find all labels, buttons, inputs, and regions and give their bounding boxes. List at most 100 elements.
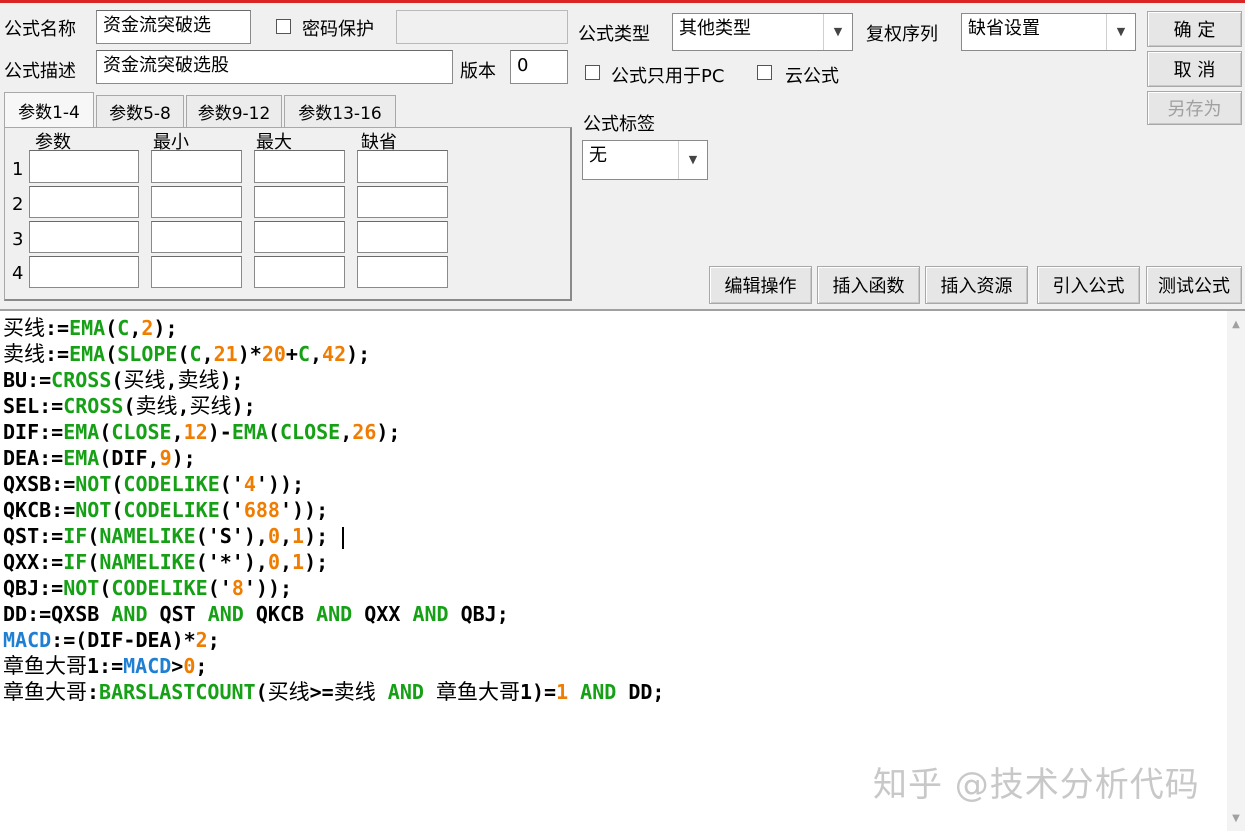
code-token: , <box>310 342 323 366</box>
code-token: CROSS <box>63 394 124 418</box>
code-token: ( <box>105 316 118 340</box>
tab-params-13-16[interactable]: 参数13-16 <box>284 95 396 127</box>
param-max-input[interactable] <box>254 150 345 183</box>
tab-params-9-12[interactable]: 参数9-12 <box>186 95 282 127</box>
param-name-input[interactable] <box>29 186 139 218</box>
code-line[interactable]: DEA:=EMA(DIF,9); <box>3 445 664 471</box>
param-min-input[interactable] <box>151 150 242 183</box>
code-token: DD; <box>616 680 665 704</box>
tab-params-1-4[interactable]: 参数1-4 <box>4 92 94 128</box>
edit-ops-button[interactable]: 编辑操作 <box>709 266 812 304</box>
version-label: 版本 <box>460 61 496 82</box>
code-line[interactable]: 章鱼大哥:BARSLASTCOUNT(买线>=卖线 AND 章鱼大哥1)=1 A… <box>3 679 664 705</box>
ok-button[interactable]: 确 定 <box>1147 11 1242 47</box>
param-name-input[interactable] <box>29 256 139 288</box>
code-token: QBJ; <box>448 602 509 626</box>
param-name-input[interactable] <box>29 221 139 253</box>
formula-type-select[interactable]: 其他类型 ▼ <box>672 13 853 51</box>
pc-only-checkbox[interactable] <box>585 65 600 80</box>
code-line[interactable]: QKCB:=NOT(CODELIKE('688')); <box>3 497 664 523</box>
param-name-input[interactable] <box>29 150 139 183</box>
scroll-up-icon[interactable]: ▲ <box>1227 315 1245 333</box>
code-token: AND <box>412 602 449 626</box>
version-input[interactable]: 0 <box>510 50 568 84</box>
password-input[interactable] <box>396 10 568 44</box>
param-default-input[interactable] <box>357 186 448 218</box>
code-token: (DIF, <box>99 446 160 470</box>
password-checkbox[interactable] <box>276 19 291 34</box>
code-token: 卖线 <box>135 394 178 418</box>
code-token: 2 <box>141 316 154 340</box>
code-content[interactable]: 买线:=EMA(C,2); 卖线:=EMA(SLOPE(C,21)*20+C,42… <box>3 315 664 705</box>
code-line[interactable]: DD:=QXSB AND QST AND QKCB AND QXX AND QB… <box>3 601 664 627</box>
code-line[interactable]: QBJ:=NOT(CODELIKE('8')); <box>3 575 664 601</box>
cloud-checkbox[interactable] <box>757 65 772 80</box>
chevron-down-icon[interactable]: ▼ <box>823 14 852 50</box>
save-as-button[interactable]: 另存为 <box>1147 91 1242 125</box>
code-line[interactable]: BU:=CROSS(买线,卖线); <box>3 367 664 393</box>
code-token: ); <box>346 342 371 366</box>
formula-desc-input[interactable]: 资金流突破选股 <box>96 50 453 84</box>
code-token: 买线 <box>267 680 310 704</box>
code-token: ( <box>267 420 281 444</box>
formula-type-value: 其他类型 <box>679 18 751 39</box>
code-token: QBJ:= <box>3 576 64 600</box>
param-max-input[interactable] <box>254 256 345 288</box>
chevron-down-icon[interactable]: ▼ <box>678 141 707 179</box>
code-token: ); <box>304 524 341 548</box>
code-token: ('S'), <box>195 524 268 548</box>
code-line[interactable]: 章鱼大哥1:=MACD>0; <box>3 653 664 679</box>
code-line[interactable]: QXX:=IF(NAMELIKE('*'),0,1); <box>3 549 664 575</box>
rights-select[interactable]: 缺省设置 ▼ <box>961 13 1136 51</box>
code-token: ( <box>111 368 124 392</box>
code-token: > <box>171 654 184 678</box>
code-token: :=(DIF-DEA)* <box>51 628 196 652</box>
code-line[interactable]: QXSB:=NOT(CODELIKE('4')); <box>3 471 664 497</box>
row-number: 4 <box>12 263 24 284</box>
scrollbar[interactable]: ▲ ▼ <box>1227 311 1245 831</box>
code-token: EMA <box>63 420 100 444</box>
code-token: CLOSE <box>111 420 172 444</box>
window-top-border <box>0 0 1245 3</box>
insert-resource-button[interactable]: 插入资源 <box>925 266 1028 304</box>
code-line[interactable]: 买线:=EMA(C,2); <box>3 315 664 341</box>
param-min-input[interactable] <box>151 186 242 218</box>
code-line[interactable]: 卖线:=EMA(SLOPE(C,21)*20+C,42); <box>3 341 664 367</box>
code-token: EMA <box>63 446 100 470</box>
rights-label: 复权序列 <box>866 24 938 45</box>
code-token: IF <box>63 524 88 548</box>
code-editor[interactable]: 买线:=EMA(C,2); 卖线:=EMA(SLOPE(C,21)*20+C,42… <box>0 309 1245 831</box>
code-token: 1 <box>292 550 305 574</box>
code-token: := <box>45 342 70 366</box>
cancel-button[interactable]: 取 消 <box>1147 51 1242 87</box>
code-token: + <box>285 342 298 366</box>
tab-params-5-8[interactable]: 参数5-8 <box>96 95 184 127</box>
scroll-down-icon[interactable]: ▼ <box>1227 809 1245 827</box>
import-formula-button[interactable]: 引入公式 <box>1037 266 1140 304</box>
code-token: AND <box>316 602 353 626</box>
code-line[interactable]: SEL:=CROSS(卖线,买线); <box>3 393 664 419</box>
test-formula-button[interactable]: 测试公式 <box>1146 266 1242 304</box>
param-min-input[interactable] <box>151 221 242 253</box>
code-token: 1 <box>292 524 305 548</box>
insert-func-button[interactable]: 插入函数 <box>817 266 920 304</box>
code-line[interactable]: DIF:=EMA(CLOSE,12)-EMA(CLOSE,26); <box>3 419 664 445</box>
code-token: BARSLASTCOUNT <box>99 680 256 704</box>
param-max-input[interactable] <box>254 186 345 218</box>
param-min-input[interactable] <box>151 256 242 288</box>
param-default-input[interactable] <box>357 256 448 288</box>
code-token: ')); <box>255 472 305 496</box>
code-token: ( <box>255 680 268 704</box>
code-token: ( <box>99 420 112 444</box>
formula-tag-select[interactable]: 无 ▼ <box>582 140 708 180</box>
code-line[interactable]: MACD:=(DIF-DEA)*2; <box>3 627 664 653</box>
param-default-input[interactable] <box>357 150 448 183</box>
code-line[interactable]: QST:=IF(NAMELIKE('S'),0,1); <box>3 523 664 549</box>
param-max-input[interactable] <box>254 221 345 253</box>
code-token: C <box>189 342 202 366</box>
chevron-down-icon[interactable]: ▼ <box>1106 14 1135 50</box>
param-default-input[interactable] <box>357 221 448 253</box>
code-token: 0 <box>267 524 280 548</box>
formula-name-input[interactable]: 资金流突破选 <box>96 10 251 44</box>
